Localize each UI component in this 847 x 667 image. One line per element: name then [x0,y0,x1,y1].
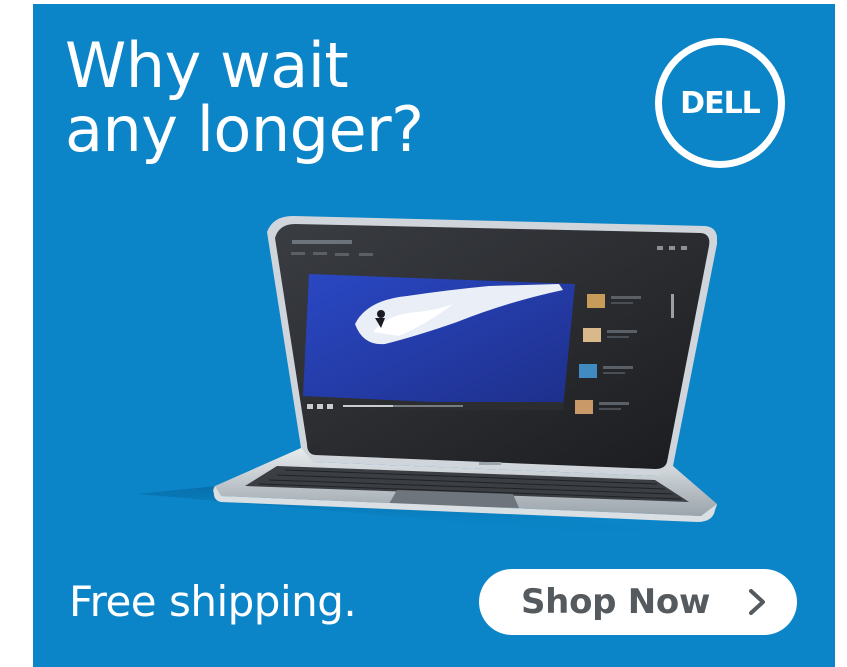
thumbnail-3 [579,364,597,378]
free-shipping-text: Free shipping. [69,577,357,626]
shop-now-label: Shop Now [521,582,711,622]
dell-logo[interactable]: DELL [655,38,785,168]
thumbnail-2 [583,328,601,342]
shop-now-button[interactable]: Shop Now [479,569,797,635]
laptop-image [137,216,717,539]
thumbnail-4 [575,400,593,414]
dell-banner-ad[interactable]: Why wait any longer? DELL Free shipping.… [33,4,835,667]
headline-line-1: Why wait [65,29,349,102]
thumbnail-1 [587,294,605,308]
dell-logo-text: DELL [680,85,761,121]
headline-line-2: any longer? [65,93,424,166]
screen-title-bar [292,240,352,244]
headline: Why wait any longer? [65,34,585,162]
chevron-right-icon [749,589,765,615]
